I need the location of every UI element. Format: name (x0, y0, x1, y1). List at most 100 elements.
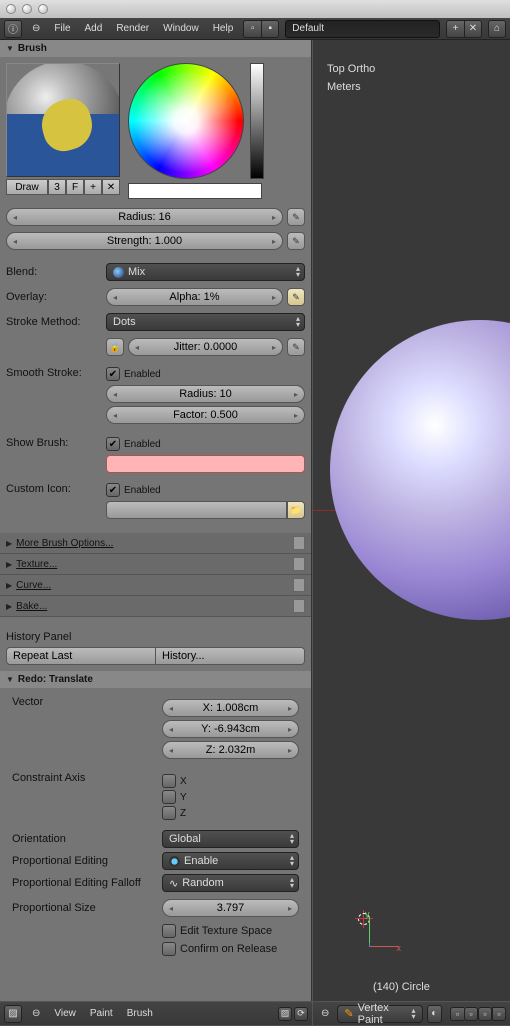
pressure-radius-icon[interactable]: ✎ (287, 208, 305, 226)
blend-dropdown[interactable]: Mix▴▾ (106, 263, 305, 281)
vector-x[interactable]: ◂X: 1.008cm▸ (162, 699, 299, 717)
strength-slider[interactable]: ◂Strength: 1.000▸ (6, 232, 283, 250)
smooth-radius-slider[interactable]: ◂Radius: 10▸ (106, 385, 305, 403)
alpha-slider[interactable]: ◂Alpha: 1%▸ (106, 288, 283, 306)
constraint-y-checkbox[interactable] (162, 790, 176, 804)
brush-add-icon[interactable]: + (84, 179, 102, 195)
vector-z[interactable]: ◂Z: 2.032m▸ (162, 741, 299, 759)
more-options-panel[interactable]: ▶More Brush Options... (0, 533, 311, 554)
smooth-factor-slider[interactable]: ◂Factor: 0.500▸ (106, 406, 305, 424)
constraint-label: Constraint Axis (12, 772, 158, 784)
cz-label: Z (180, 808, 186, 819)
menu-help[interactable]: Help (209, 23, 238, 34)
brush-remove-icon[interactable]: ✕ (102, 179, 120, 195)
texture-panel[interactable]: ▶Texture... (0, 554, 311, 575)
propedit-label: Proportional Editing (12, 855, 158, 867)
menu-render[interactable]: Render (112, 23, 153, 34)
layout-next-icon[interactable]: ▪ (261, 20, 279, 38)
layer-btn[interactable]: ▫ (478, 1007, 492, 1021)
editor-type-icon[interactable]: ▨ (278, 1007, 292, 1021)
reset-icon[interactable]: ⟳ (294, 1007, 308, 1021)
radius-slider[interactable]: ◂Radius: 16▸ (6, 208, 283, 226)
showbrush-checkbox[interactable]: ✔ (106, 437, 120, 451)
brush-name[interactable]: Draw (6, 179, 48, 195)
prop-size-slider[interactable]: ◂3.797▸ (162, 899, 299, 917)
smooth-checkbox[interactable]: ✔ (106, 367, 120, 381)
chevron-right-icon: ▶ (6, 539, 12, 548)
custom-enabled: Enabled (124, 485, 161, 496)
header-bar: ▨ ⊖ View Paint Brush ▨ ⟳ ⊖ ✎ Vertex Pain… (0, 1001, 510, 1025)
history-button[interactable]: History... (156, 647, 305, 665)
bake-panel[interactable]: ▶Bake... (0, 596, 311, 617)
close-icon[interactable] (6, 4, 16, 14)
lock-icon[interactable]: 🔒 (106, 338, 124, 356)
cx-label: X (180, 776, 187, 787)
menu-add[interactable]: Add (81, 23, 107, 34)
vz: Z: 2.032m (206, 744, 256, 756)
layout-prev-icon[interactable]: ▫ (243, 20, 261, 38)
smooth-radius-value: Radius: 10 (179, 388, 232, 400)
layer-btn[interactable]: ▫ (492, 1007, 506, 1021)
falloff-dropdown[interactable]: ∿Random▴▾ (162, 874, 299, 892)
overlay-color-icon[interactable]: ✎ (287, 288, 305, 306)
menu-window[interactable]: Window (159, 23, 203, 34)
editor-type-icon[interactable]: ▨ (4, 1005, 22, 1023)
menu-collapse[interactable]: ⊖ (28, 23, 44, 34)
menu-file[interactable]: File (50, 23, 74, 34)
pressure-jitter-icon[interactable]: ✎ (287, 338, 305, 356)
chevron-down-icon: ▼ (6, 44, 14, 53)
value-slider[interactable] (250, 63, 264, 179)
pin-slot[interactable] (293, 578, 305, 592)
custom-checkbox[interactable]: ✔ (106, 483, 120, 497)
constraint-x-checkbox[interactable] (162, 774, 176, 788)
propedit-dropdown[interactable]: Enable▴▾ (162, 852, 299, 870)
orientation-label: Orientation (12, 833, 158, 845)
menu-brush[interactable]: Brush (123, 1008, 157, 1019)
scene-selector[interactable]: Default (285, 20, 440, 38)
menu-view[interactable]: View (50, 1008, 80, 1019)
viewport-3d[interactable]: Top Ortho Meters yx (140) Circle (312, 40, 510, 1001)
color-swatch[interactable] (128, 183, 262, 199)
pin-slot[interactable] (293, 557, 305, 571)
icon-path-field[interactable] (106, 501, 287, 519)
pin-slot[interactable] (293, 599, 305, 613)
repeat-last-button[interactable]: Repeat Last (6, 647, 156, 665)
view-expand-icon[interactable]: ⊖ (28, 1008, 44, 1019)
brush-preview[interactable] (6, 63, 120, 177)
confirm-checkbox[interactable] (162, 942, 176, 956)
redo-panel-header[interactable]: ▼Redo: Translate (0, 671, 311, 688)
orientation-dropdown[interactable]: Global▴▾ (162, 830, 299, 848)
info-icon[interactable]: ⓘ (4, 20, 22, 38)
folder-icon[interactable]: 📁 (287, 501, 305, 519)
view-expand-icon[interactable]: ⊖ (317, 1008, 333, 1019)
texspace-checkbox[interactable] (162, 924, 176, 938)
jitter-slider[interactable]: ◂Jitter: 0.0000▸ (128, 338, 283, 356)
minimize-icon[interactable] (22, 4, 32, 14)
curve-panel[interactable]: ▶Curve... (0, 575, 311, 596)
main-menubar: ⓘ ⊖ File Add Render Window Help ▫ ▪ Defa… (0, 18, 510, 40)
scene-delete-icon[interactable]: ✕ (464, 20, 482, 38)
pin-slot[interactable] (293, 536, 305, 550)
history-title: History Panel (6, 631, 305, 643)
brush-users[interactable]: 3 (48, 179, 66, 195)
stroke-dropdown[interactable]: Dots▴▾ (106, 313, 305, 331)
panel-title: Brush (18, 43, 47, 54)
object-name-label: (140) Circle (373, 981, 430, 993)
layer-btn[interactable]: ▫ (464, 1007, 478, 1021)
scene-browse-icon[interactable]: ⌂ (488, 20, 506, 38)
scene-add-icon[interactable]: + (446, 20, 464, 38)
brush-panel-header[interactable]: ▼ Brush (0, 40, 311, 57)
menu-paint[interactable]: Paint (86, 1008, 117, 1019)
pressure-strength-icon[interactable]: ✎ (287, 232, 305, 250)
maximize-icon[interactable] (38, 4, 48, 14)
color-wheel[interactable] (128, 63, 244, 179)
blend-value: Mix (128, 266, 145, 278)
shading-icon[interactable]: ◐ (427, 1005, 442, 1023)
brush-fake-user[interactable]: F (66, 179, 84, 195)
vector-y[interactable]: ◂Y: -6.943cm▸ (162, 720, 299, 738)
mode-selector[interactable]: ✎ Vertex Paint ▴▾ (337, 1005, 422, 1023)
smooth-enabled: Enabled (124, 369, 161, 380)
constraint-z-checkbox[interactable] (162, 806, 176, 820)
brush-color[interactable] (106, 455, 305, 473)
layer-btn[interactable]: ▫ (450, 1007, 464, 1021)
